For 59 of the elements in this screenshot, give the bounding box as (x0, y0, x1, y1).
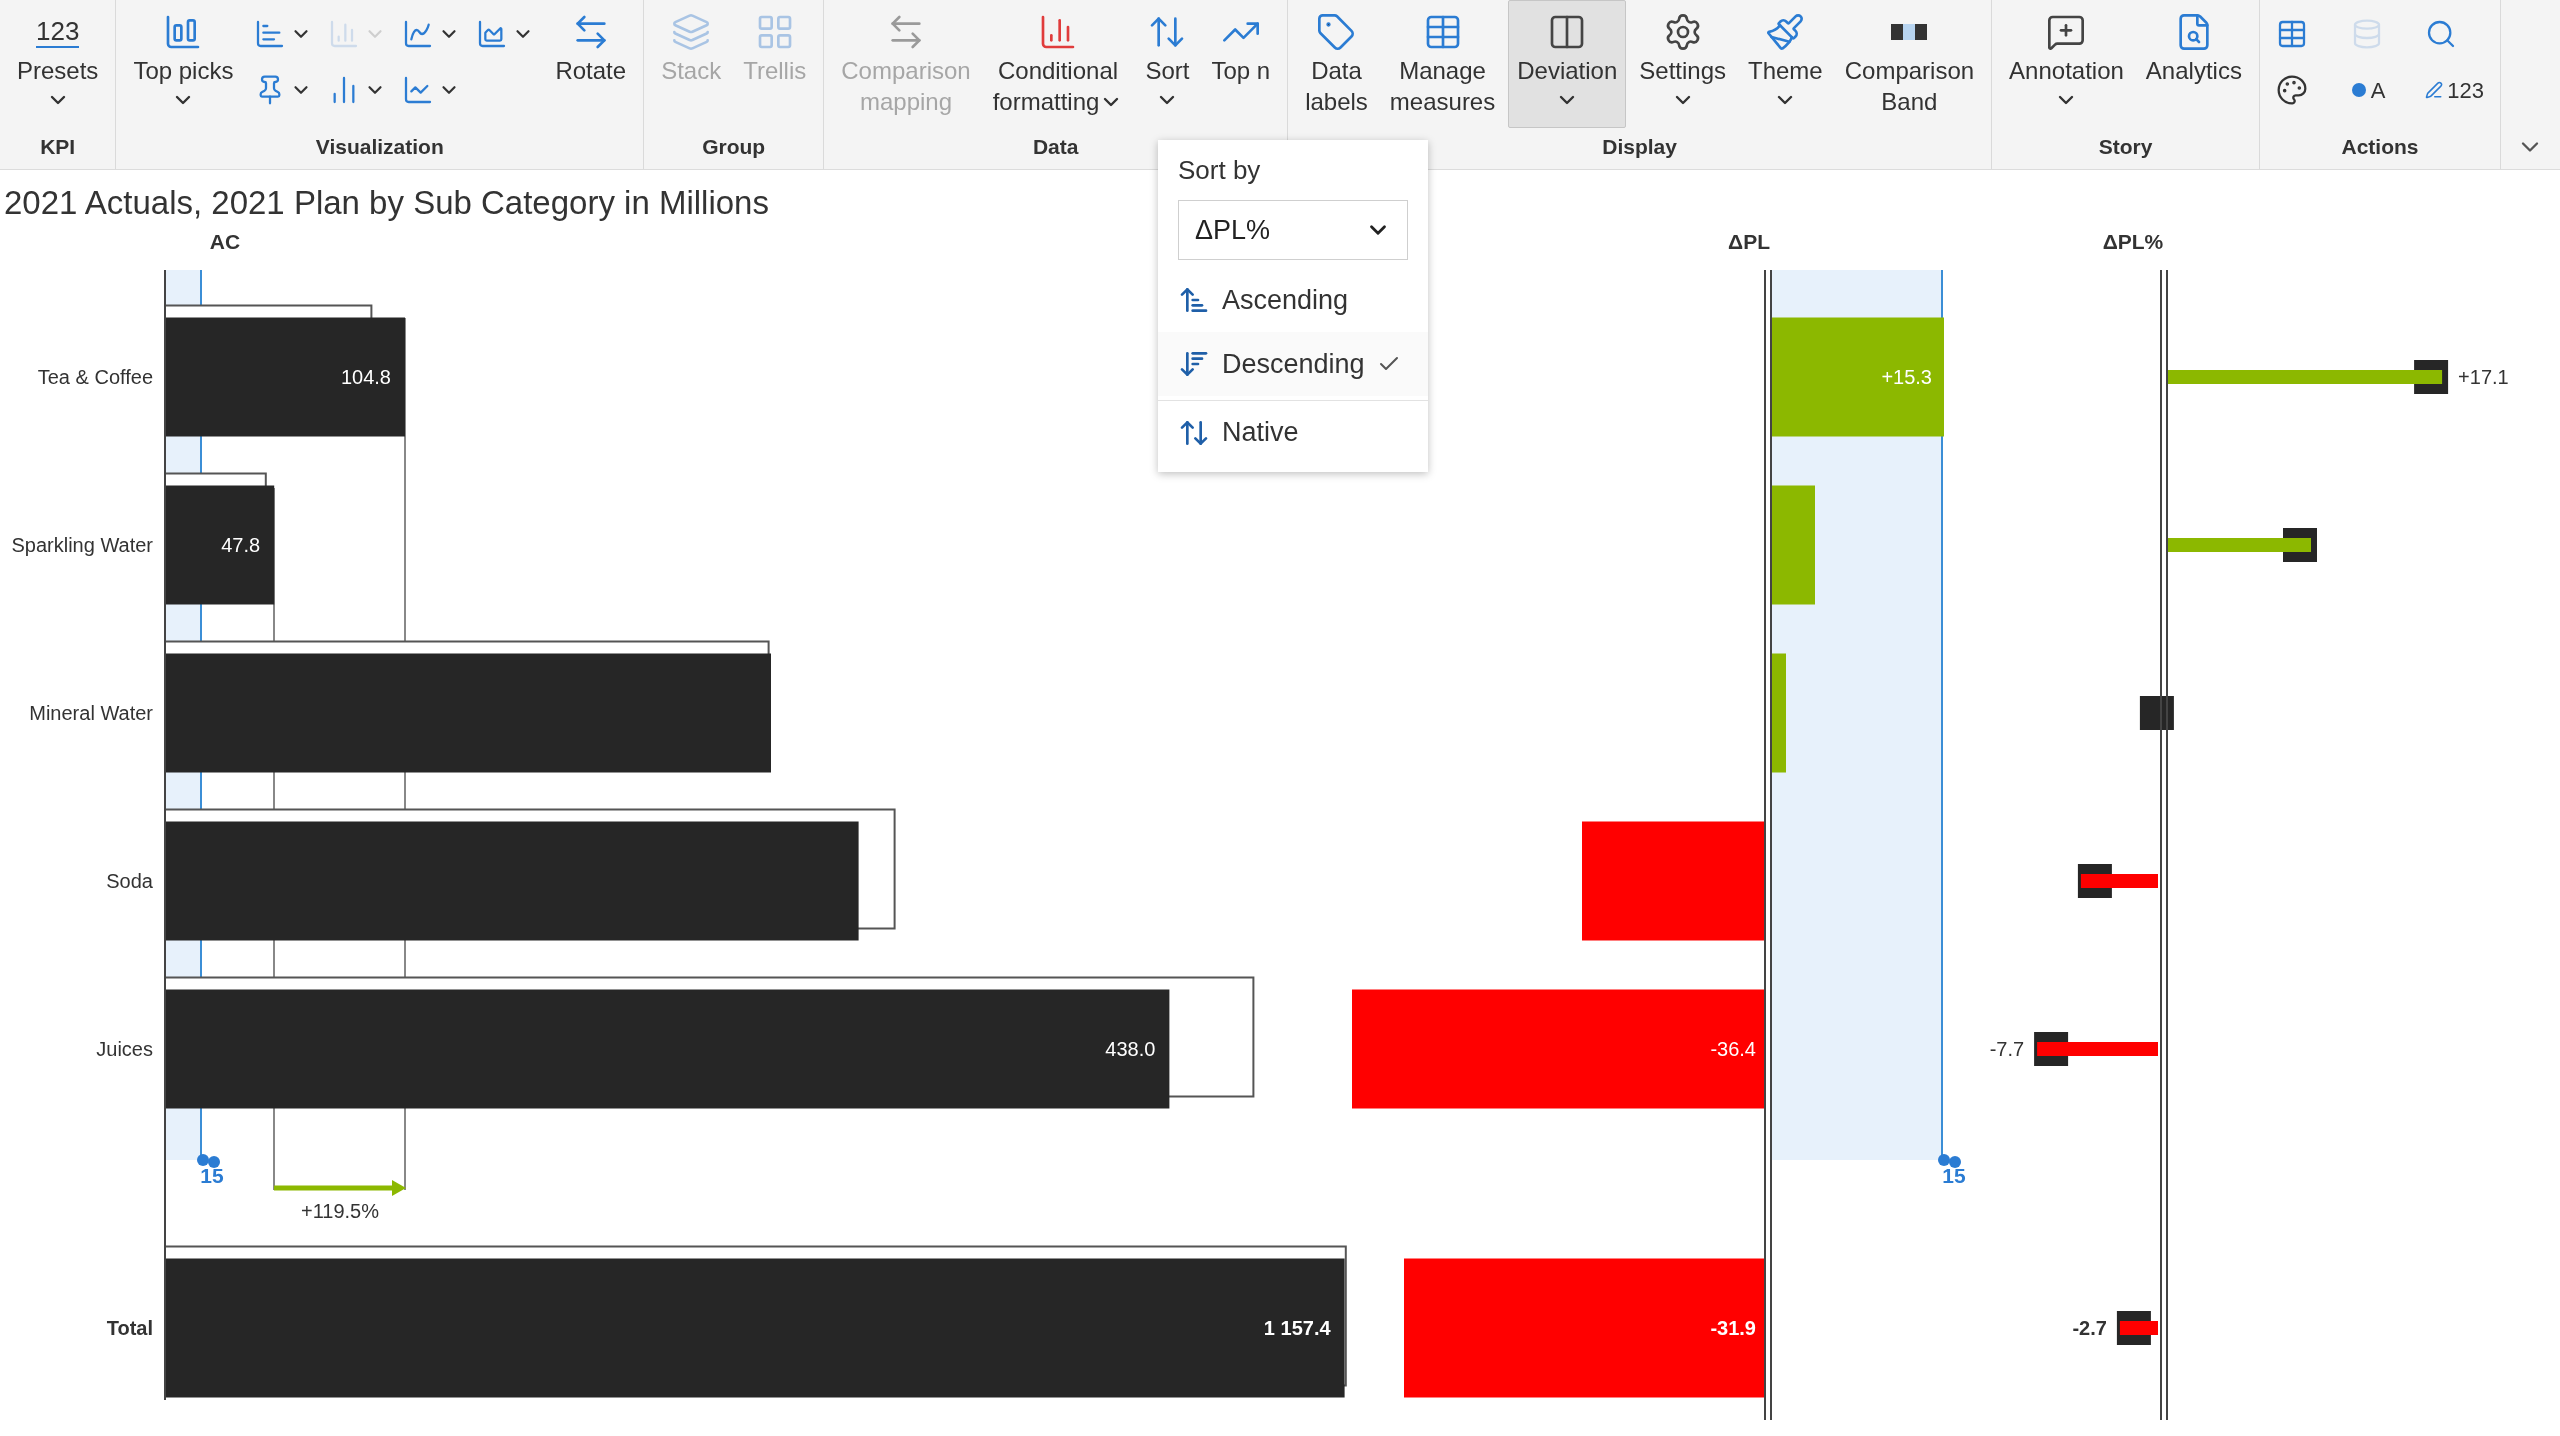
band-label: 15 (1942, 1164, 1966, 1187)
value-label: -7.7 (1989, 1038, 2025, 1060)
group-label: Group (702, 134, 766, 160)
group-label: KPI (40, 134, 76, 160)
group-label: Data (1032, 134, 1079, 160)
category-label: Total (106, 1317, 153, 1339)
chart-title: 2021 Actuals, 2021 Plan by Sub Category in Millions (4, 183, 769, 223)
toolbar-button[interactable]: Theme (1739, 0, 1832, 128)
category-label: Tea & Coffee (37, 366, 153, 388)
category-label: Soda (106, 870, 153, 892)
difference-label: +119.5% (301, 1200, 379, 1222)
band-marker (197, 1154, 220, 1168)
value-label: 47.8 (221, 534, 261, 556)
paintbrush-icon (1765, 12, 1806, 52)
category-label: Sparkling Water (11, 534, 153, 556)
dot-icon (2350, 82, 2367, 98)
value-label: -36.4 (1710, 1038, 1756, 1060)
group-label: Display (1602, 134, 1677, 160)
toolbar-icon-button[interactable]: 123 (2421, 68, 2489, 112)
category-label: Juices (96, 1038, 153, 1060)
toolbar-button[interactable]: 123 Presets (8, 0, 108, 128)
group-label: Visualization (315, 134, 444, 160)
sort-field[interactable]: ΔPL% (1178, 200, 1408, 260)
tag-icon (1316, 12, 1357, 52)
toolbar-button[interactable]: Manage measures (1380, 0, 1505, 128)
group-label: Story (2098, 134, 2153, 160)
toolbar-button[interactable]: Analytics (2136, 0, 2251, 128)
toolbar-button[interactable]: Comparison Band (1835, 0, 1984, 128)
value-label: +17.1 (2458, 366, 2509, 388)
column-header: ΔPL (1728, 230, 1770, 253)
category-label: Mineral Water (29, 702, 153, 724)
sort-option[interactable]: Descending (1158, 332, 1428, 396)
toolbar-button[interactable]: Deviation (1508, 0, 1627, 128)
toolbar-button[interactable]: Data labels (1296, 0, 1377, 128)
value-label: +15.3 (1881, 366, 1932, 388)
band-marker (1938, 1154, 1961, 1168)
palette-icon (2275, 74, 2308, 106)
column-header: ΔPL% (2102, 230, 2164, 253)
value-label: -31.9 (1710, 1317, 1756, 1339)
group-label: Actions (2341, 134, 2419, 160)
toolbar-button[interactable]: Top picks (124, 0, 243, 128)
toolbar-button[interactable]: Annotation (2000, 0, 2133, 128)
value-label: 1 157.4 (1263, 1317, 1331, 1339)
value-label: 104.8 (340, 366, 391, 388)
band-label: 15 (200, 1164, 224, 1187)
value-label: 438.0 (1105, 1038, 1156, 1060)
layers-icon (671, 12, 712, 52)
sort-option[interactable]: Ascending (1158, 268, 1428, 332)
toolbar-button[interactable]: Rotate (546, 0, 636, 128)
sort-option[interactable]: Native (1158, 400, 1428, 464)
toolbar-button[interactable]: Conditional formatting (983, 0, 1133, 128)
value-label: -2.7 (2072, 1317, 2107, 1339)
menu-title: Sort by (1177, 154, 1262, 187)
toolbar-button[interactable]: Top n (1202, 0, 1280, 128)
toolbar-button[interactable]: Sort (1136, 0, 1199, 128)
pen-icon (2425, 81, 2444, 99)
column-header: AC (209, 230, 241, 253)
toolbar-button[interactable]: Settings (1630, 0, 1735, 128)
toolbar-icon-button[interactable]: A (2346, 68, 2414, 112)
